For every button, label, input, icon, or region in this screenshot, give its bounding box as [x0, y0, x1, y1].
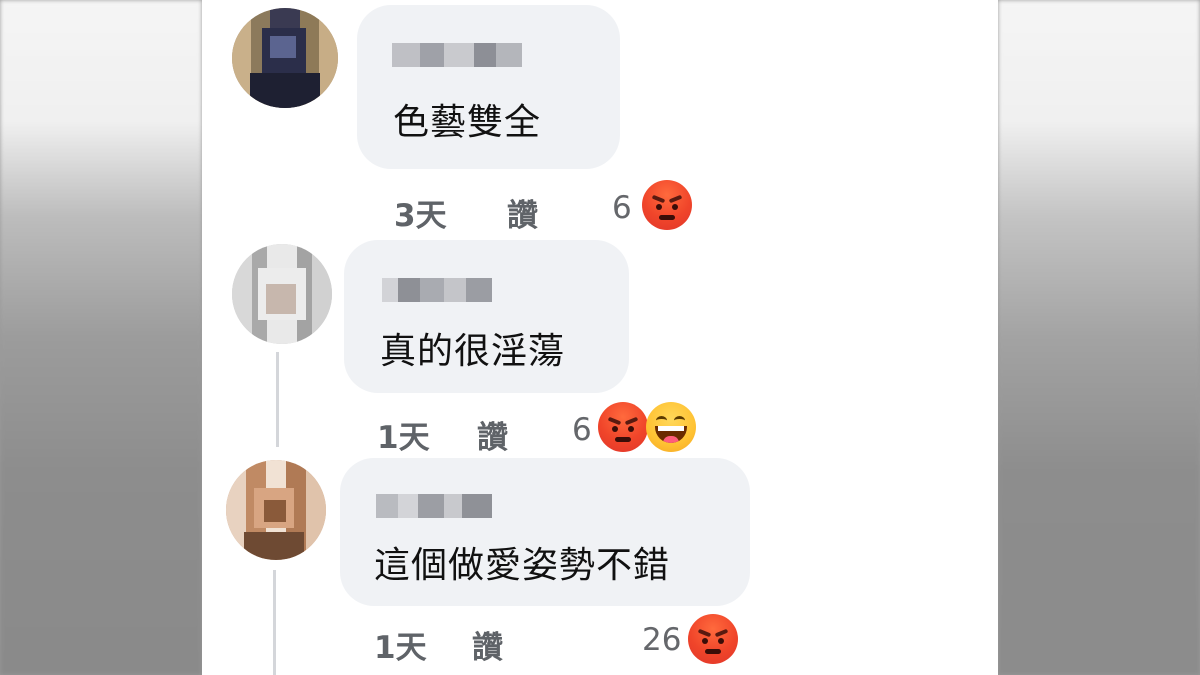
blurred-background-left [0, 0, 202, 675]
like-button[interactable]: 讚 [507, 190, 538, 235]
comment-list: 色藝雙全 3天 讚 6 真的很淫蕩 1天 讚 6 這個做愛姿勢不錯 1天 讚 2… [202, 0, 998, 675]
blurred-background-right [998, 0, 1200, 675]
commenter-name-redacted[interactable] [382, 278, 492, 302]
comment-text: 這個做愛姿勢不錯 [374, 545, 671, 586]
thread-line [273, 570, 276, 675]
thread-line [276, 352, 279, 447]
avatar[interactable] [232, 244, 332, 344]
angry-icon[interactable] [598, 402, 648, 452]
comment-timestamp[interactable]: 1天 [377, 412, 430, 457]
angry-icon[interactable] [642, 180, 692, 230]
reaction-count[interactable]: 26 [642, 622, 681, 658]
comment-bubble[interactable]: 色藝雙全 [357, 5, 620, 169]
comment-bubble[interactable]: 這個做愛姿勢不錯 [340, 458, 750, 606]
commenter-name-redacted[interactable] [392, 43, 522, 67]
comment-text: 真的很淫蕩 [380, 331, 566, 372]
like-button[interactable]: 讚 [472, 622, 503, 667]
like-button[interactable]: 讚 [477, 412, 508, 457]
avatar[interactable] [226, 460, 326, 560]
reaction-count[interactable]: 6 [572, 412, 592, 448]
comment-text: 色藝雙全 [393, 102, 542, 143]
haha-icon[interactable] [646, 402, 696, 452]
comment-timestamp[interactable]: 3天 [394, 190, 447, 235]
comment-bubble[interactable]: 真的很淫蕩 [344, 240, 629, 393]
comment-timestamp[interactable]: 1天 [374, 622, 427, 667]
angry-icon[interactable] [688, 614, 738, 664]
reaction-count[interactable]: 6 [612, 190, 632, 226]
avatar[interactable] [232, 8, 338, 108]
commenter-name-redacted[interactable] [376, 494, 492, 518]
